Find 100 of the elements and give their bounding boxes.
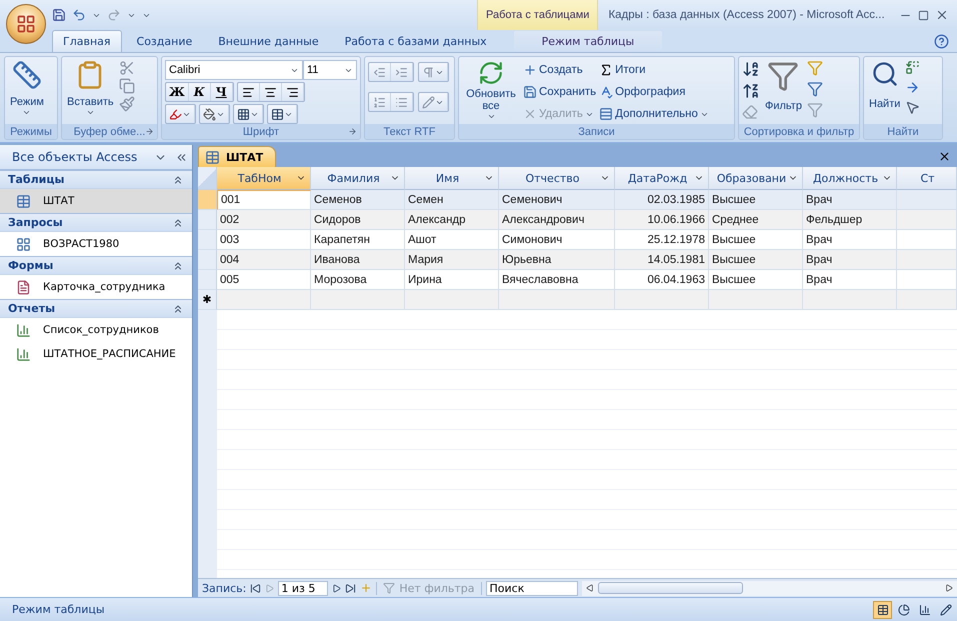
record-command-button[interactable]: Итоги xyxy=(599,60,709,80)
collapse-section-icon[interactable] xyxy=(172,216,184,228)
collapse-section-icon[interactable] xyxy=(172,302,184,314)
column-header[interactable]: Имя xyxy=(405,167,499,190)
font-size-field[interactable]: 11 xyxy=(303,60,357,80)
scroll-left-icon[interactable] xyxy=(586,584,594,592)
table-cell: Вячеславовна xyxy=(499,270,615,290)
record-command-button[interactable]: Сохранить xyxy=(523,82,596,102)
bullet-list-icon xyxy=(395,96,408,108)
nav-section-header[interactable]: Запросы xyxy=(0,213,192,232)
column-header[interactable]: Образовани xyxy=(709,167,803,190)
next-record-icon[interactable] xyxy=(332,584,342,592)
column-header[interactable]: Фамилия xyxy=(311,167,405,190)
underline-button[interactable]: Ч xyxy=(210,83,233,101)
align-right-icon xyxy=(286,86,299,98)
table-cell: 004 xyxy=(217,250,311,270)
column-header[interactable]: ДатаРожд xyxy=(615,167,709,190)
column-header[interactable]: Отчество xyxy=(499,167,615,190)
paint-bucket-icon xyxy=(203,108,216,120)
table-cell: 005 xyxy=(217,270,311,290)
table-cell: 06.04.1963 xyxy=(615,270,709,290)
align-center-icon xyxy=(264,86,277,98)
close-icon[interactable] xyxy=(935,8,949,22)
indent-icon xyxy=(395,66,408,78)
horizontal-scrollbar[interactable] xyxy=(582,580,957,596)
ribbon-tab[interactable]: Главная xyxy=(52,30,122,52)
font-name-field[interactable]: Calibri xyxy=(165,60,303,80)
sort-ascending-icon[interactable] xyxy=(742,60,760,78)
mode-button[interactable]: Режим xyxy=(8,60,46,117)
paste-button[interactable]: Вставить xyxy=(65,60,116,117)
table-cell: 003 xyxy=(217,230,311,250)
nav-section-header[interactable]: Таблицы xyxy=(0,170,192,189)
pilcrow-icon xyxy=(422,66,435,78)
scrollbar-thumb[interactable] xyxy=(598,582,743,594)
maximize-icon[interactable] xyxy=(918,10,929,20)
table-cell: Сидоров xyxy=(311,210,405,230)
column-header[interactable]: ТабНом xyxy=(217,167,311,190)
italic-button[interactable]: К xyxy=(188,83,211,101)
ribbon-tab[interactable]: Работа с базами данных xyxy=(334,30,498,52)
table-cell: Высшее xyxy=(709,190,803,210)
table-cell: 25.12.1978 xyxy=(615,230,709,250)
go-to-icon[interactable] xyxy=(905,80,920,95)
sort-descending-icon[interactable] xyxy=(742,82,760,100)
record-command-button[interactable]: Орфография xyxy=(599,82,709,102)
dialog-launcher-icon[interactable] xyxy=(348,127,357,136)
scroll-right-icon[interactable] xyxy=(945,584,953,592)
close-icon[interactable] xyxy=(938,150,951,162)
table-cell: Фельдшер xyxy=(803,210,897,230)
group-label: Режимы xyxy=(10,126,52,138)
select-icon[interactable] xyxy=(905,100,920,115)
search-field[interactable]: Поиск xyxy=(486,580,578,596)
last-record-icon[interactable] xyxy=(345,582,356,594)
delete-icon xyxy=(523,107,537,121)
replace-icon[interactable] xyxy=(905,60,920,75)
ribbon-tab[interactable]: Внешние данные xyxy=(207,30,330,52)
column-header[interactable]: Ст xyxy=(897,167,957,190)
table-grid-icon xyxy=(599,107,614,121)
record-position-field[interactable]: 1 из 5 xyxy=(278,580,328,596)
save-icon xyxy=(523,85,537,99)
first-record-icon[interactable] xyxy=(250,582,262,594)
dialog-launcher-icon[interactable] xyxy=(145,127,154,136)
copy-icon[interactable] xyxy=(118,78,135,94)
record-command-button[interactable]: Дополнительно xyxy=(599,104,709,124)
nav-item[interactable]: ШТАТ xyxy=(0,189,192,213)
new-record-icon xyxy=(523,63,537,77)
group-label: Шрифт xyxy=(242,126,280,138)
section-title: Отчеты xyxy=(8,302,56,315)
table-cell: Карапетян xyxy=(311,230,405,250)
document-tab[interactable]: ШТАТ xyxy=(198,146,276,167)
bold-button[interactable]: Ж xyxy=(166,83,189,101)
record-label: Запись: xyxy=(202,582,246,594)
funnel-icon xyxy=(767,60,800,92)
table-cell: Александр xyxy=(405,210,499,230)
save-icon[interactable] xyxy=(52,8,66,22)
find-button[interactable]: Найти xyxy=(867,60,902,110)
nav-section-header[interactable]: Отчеты xyxy=(0,299,192,318)
table-cell xyxy=(897,250,957,270)
help-icon[interactable] xyxy=(934,34,949,48)
collapse-section-icon[interactable] xyxy=(172,174,184,186)
table-cell: Врач xyxy=(803,190,897,210)
table-cell: Врач xyxy=(803,230,897,250)
group-label: Буфер обме... xyxy=(74,126,146,138)
ribbon-tab[interactable]: Создание xyxy=(126,30,204,52)
dropdown-caret-icon xyxy=(486,112,496,121)
refresh-all-button[interactable]: Обновить все xyxy=(462,60,520,121)
table-cell: Ашот xyxy=(405,230,499,250)
filter-button[interactable]: Фильтр xyxy=(763,60,804,112)
collapse-section-icon[interactable] xyxy=(172,260,184,272)
undo-icon[interactable] xyxy=(72,8,86,22)
column-header[interactable]: Должность xyxy=(803,167,897,190)
advanced-filter-icon[interactable] xyxy=(806,81,823,97)
report-icon xyxy=(16,322,31,338)
view-button[interactable] xyxy=(873,600,892,618)
toggle-filter-icon[interactable] xyxy=(806,102,823,118)
report-icon xyxy=(16,346,31,362)
cut-icon[interactable] xyxy=(118,60,135,76)
nav-section-header[interactable]: Формы xyxy=(0,256,192,275)
table-cell: Среднее xyxy=(709,210,803,230)
record-command-button[interactable]: Создать xyxy=(523,60,596,80)
table-cell: Ирина xyxy=(405,270,499,290)
